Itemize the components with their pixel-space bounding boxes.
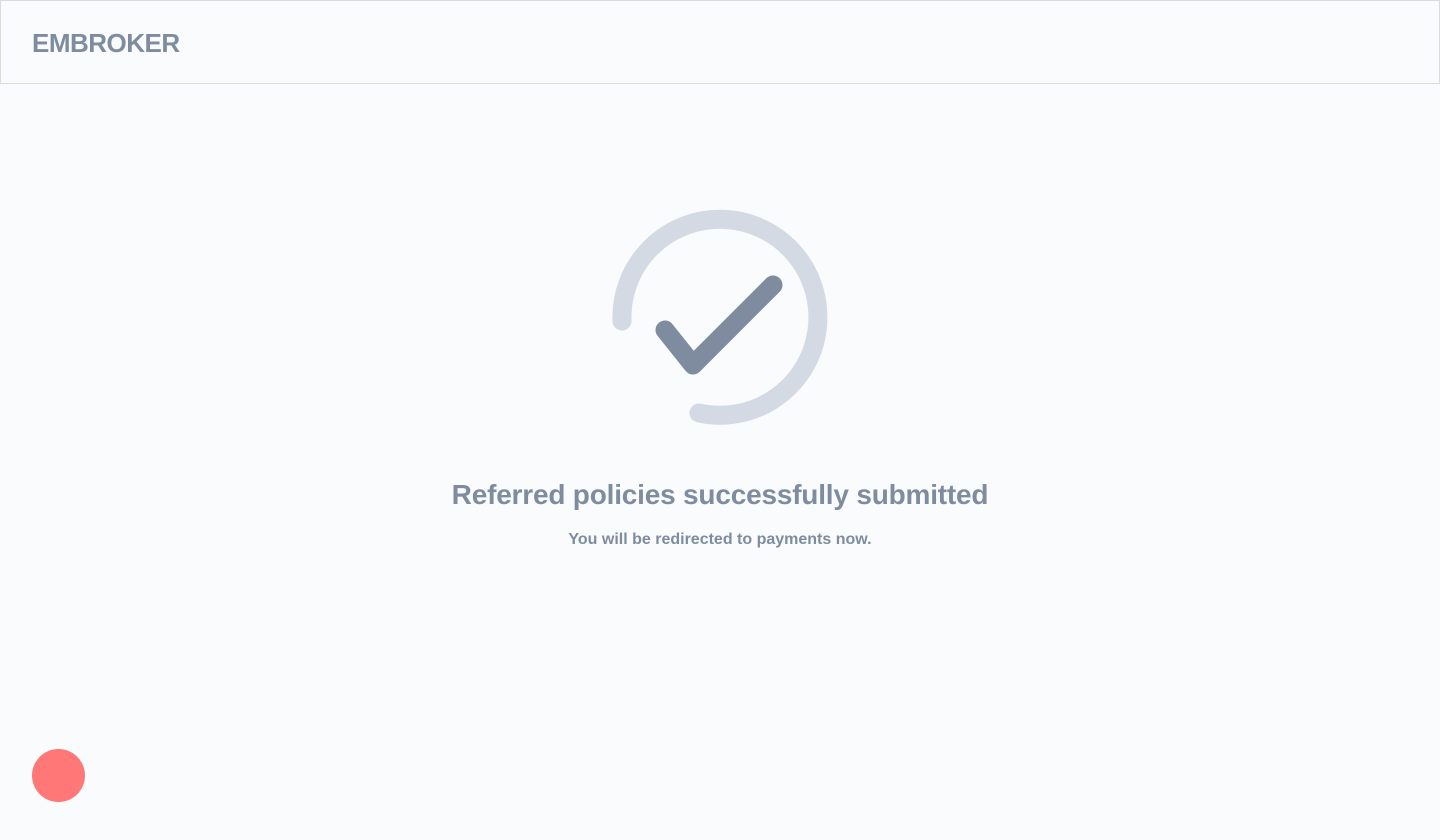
checkmark-stroke [655,275,783,375]
check-circle-icon [612,209,828,425]
embroker-logo[interactable]: EMBROKER [32,29,180,57]
app-root: EMBROKER Referred policies successfully … [0,0,1440,840]
success-title: Referred policies successfully submitted [451,479,989,510]
success-panel: Referred policies successfully submitted… [0,84,1440,840]
floating-action-button[interactable] [32,749,85,802]
top-header: EMBROKER [0,0,1440,84]
redirect-message: You will be redirected to payments now. [568,531,872,548]
progress-ring-arc [612,209,828,425]
